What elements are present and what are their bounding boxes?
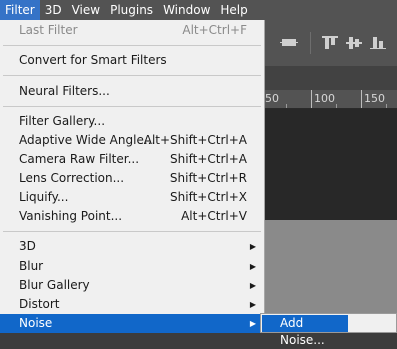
document-tab-strip [264,66,397,90]
menu-item-label: Last Filter [19,23,78,37]
menu-item-shortcut: Alt+Shift+Ctrl+A [143,133,247,147]
menu-filter[interactable]: Filter [0,0,40,20]
align-middle-icon[interactable] [346,36,362,49]
menu-item-liquify[interactable]: Liquify... Shift+Ctrl+X [0,188,264,207]
menu-item-label: Filter Gallery... [19,114,106,128]
menu-plugins[interactable]: Plugins [105,0,158,20]
ruler-minor-tick [386,104,387,108]
menu-item-label: Adaptive Wide Angle... [19,133,156,147]
menu-item-label: Vanishing Point... [19,209,123,223]
triangle-right-icon: ▶ [249,300,256,309]
submenu-item-add-noise[interactable]: Add Noise... [262,315,348,347]
menu-item-label: Camera Raw Filter... [19,152,140,166]
menu-item-camera-raw-filter[interactable]: Camera Raw Filter... Shift+Ctrl+A [0,150,264,169]
menu-bar: Filter 3D View Plugins Window Help [0,0,397,20]
canvas-pasteboard [264,109,397,220]
menu-item-label: Distort [19,297,60,311]
ruler-tick [361,90,362,108]
menu-item-label: Blur [19,259,44,273]
menu-3d[interactable]: 3D [40,0,67,20]
menu-separator [3,231,261,232]
menu-item-label: Convert for Smart Filters [19,53,167,67]
triangle-right-icon: ▶ [249,281,256,290]
menu-item-adaptive-wide-angle[interactable]: Adaptive Wide Angle... Alt+Shift+Ctrl+A [0,131,264,150]
menu-item-vanishing-point[interactable]: Vanishing Point... Alt+Ctrl+V [0,207,264,226]
menu-item-filter-gallery[interactable]: Filter Gallery... [0,112,264,131]
ruler-tick [311,90,312,108]
menu-item-label: Noise [19,316,53,330]
ruler-minor-tick [336,104,337,108]
horizontal-ruler: 50 100 150 [264,90,397,109]
menu-item-blur[interactable]: Blur ▶ [0,257,264,276]
menu-separator [3,45,261,46]
menu-item-label: Blur Gallery [19,278,90,292]
options-bar [264,20,397,66]
menu-separator [3,75,261,76]
menu-item-label: Lens Correction... [19,171,125,185]
menu-item-shortcut: Shift+Ctrl+R [169,171,247,185]
menu-item-shortcut: Shift+Ctrl+X [170,190,247,204]
submenu-item-label: Add Noise... [280,316,325,347]
menu-item-lens-correction[interactable]: Lens Correction... Shift+Ctrl+R [0,169,264,188]
filter-menu: Last Filter Alt+Ctrl+F Convert for Smart… [0,20,265,333]
menu-item-label: Liquify... [19,190,69,204]
menu-item-neural-filters[interactable]: Neural Filters... [0,82,264,101]
menu-separator [3,106,261,107]
menu-item-shortcut: Alt+Ctrl+F [182,23,247,37]
triangle-right-icon: ▶ [249,319,256,328]
menu-item-distort[interactable]: Distort ▶ [0,295,264,314]
menu-item-last-filter: Last Filter Alt+Ctrl+F [0,21,264,40]
triangle-right-icon: ▶ [249,242,256,251]
options-divider [310,32,311,54]
noise-submenu: Add Noise... [260,313,397,347]
ruler-minor-tick [286,104,287,108]
menu-help[interactable]: Help [215,0,252,20]
menu-view[interactable]: View [67,0,105,20]
ruler-label: 50 [265,92,279,105]
menu-item-shortcut: Alt+Ctrl+V [181,209,247,223]
align-top-icon[interactable] [322,36,338,49]
ruler-label: 100 [314,92,335,105]
ruler-label: 150 [364,92,385,105]
menu-item-3d[interactable]: 3D ▶ [0,237,264,256]
menu-item-label: 3D [19,239,36,253]
menu-item-noise[interactable]: Noise ▶ [0,314,264,333]
menu-window[interactable]: Window [158,0,215,20]
menu-item-shortcut: Shift+Ctrl+A [170,152,247,166]
menu-item-blur-gallery[interactable]: Blur Gallery ▶ [0,276,264,295]
align-bottom-icon[interactable] [370,36,386,49]
menu-item-label: Neural Filters... [19,84,110,98]
align-center-icon[interactable] [280,36,298,49]
menu-item-convert-smart-filters[interactable]: Convert for Smart Filters [0,51,264,70]
triangle-right-icon: ▶ [249,262,256,271]
